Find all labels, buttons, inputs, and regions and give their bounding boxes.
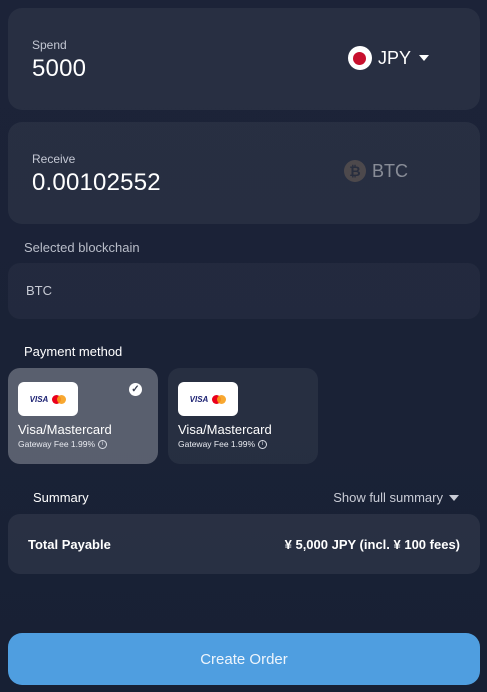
spend-currency-code: JPY xyxy=(377,47,411,68)
payment-method-title: Payment method xyxy=(24,344,123,359)
visa-mastercard-logo: VISA xyxy=(18,382,78,416)
bitcoin-icon: ₿ xyxy=(344,160,366,182)
check-icon: ✓ xyxy=(129,383,142,396)
info-icon[interactable]: i xyxy=(258,439,268,449)
japan-flag-icon xyxy=(347,46,372,70)
receive-currency: ₿ BTC xyxy=(344,160,408,182)
total-payable-card: Total Payable ¥ 5,000 JPY (incl. ¥ 100 f… xyxy=(8,514,480,574)
receive-amount: 0.00102552 xyxy=(32,169,161,196)
payment-method-option-2[interactable]: VISA Visa/Mastercard Gateway Fee 1.99% i xyxy=(168,368,318,464)
payment-method-option-1[interactable]: VISA ✓ Visa/Mastercard Gateway Fee 1.99%… xyxy=(8,368,158,464)
summary-label: Summary xyxy=(33,490,89,505)
show-full-summary-toggle[interactable]: Show full summary xyxy=(333,490,459,505)
spend-label: Spend xyxy=(32,38,67,52)
mastercard-icon xyxy=(52,394,67,404)
create-order-button[interactable]: Create Order xyxy=(8,633,480,685)
chevron-down-icon xyxy=(419,55,429,61)
blockchain-field: BTC xyxy=(8,263,480,319)
visa-mastercard-logo: VISA xyxy=(178,382,238,416)
blockchain-value: BTC xyxy=(26,283,52,298)
info-icon[interactable]: i xyxy=(98,439,108,449)
gateway-fee: Gateway Fee 1.99% i xyxy=(18,439,108,449)
gateway-fee: Gateway Fee 1.99% i xyxy=(178,439,268,449)
payment-method-name: Visa/Mastercard xyxy=(18,422,112,437)
payment-method-name: Visa/Mastercard xyxy=(178,422,272,437)
spend-currency-selector[interactable]: JPY xyxy=(347,46,429,70)
total-payable-value: ¥ 5,000 JPY (incl. ¥ 100 fees) xyxy=(284,537,460,552)
blockchain-label: Selected blockchain xyxy=(24,240,140,255)
spend-amount-input[interactable]: 5000 xyxy=(32,55,86,83)
spend-card: Spend 5000 JPY xyxy=(8,8,480,110)
receive-currency-code: BTC xyxy=(372,160,408,181)
mastercard-icon xyxy=(212,394,227,404)
total-payable-label: Total Payable xyxy=(28,537,111,552)
receive-card: Receive 0.00102552 ₿ BTC xyxy=(8,122,480,224)
chevron-down-icon xyxy=(449,494,459,501)
receive-label: Receive xyxy=(32,152,76,166)
